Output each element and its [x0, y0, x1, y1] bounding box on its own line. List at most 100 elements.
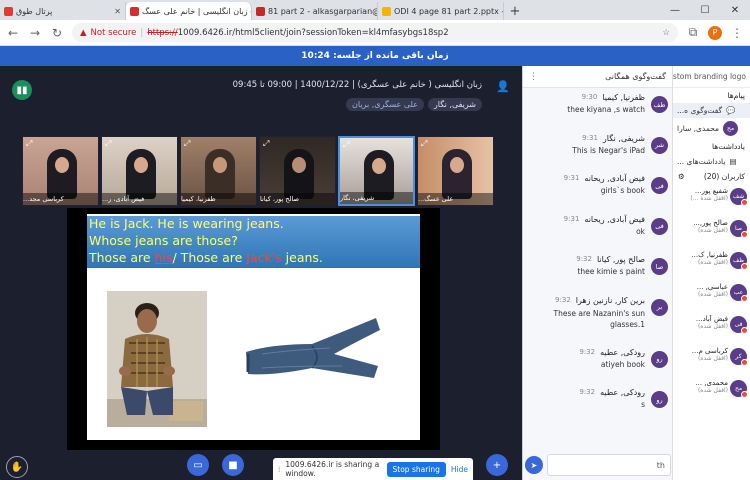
user-status: (اقفل شده): [697, 227, 728, 234]
browser-tab-active[interactable]: طوق - زبان انگلیسی | خانم علی عسگ✕: [126, 2, 252, 20]
chat-input[interactable]: th: [547, 454, 671, 476]
user-list-item[interactable]: فی فیض آباد... (اقفل شده): [673, 312, 750, 344]
warning-icon: ▲: [80, 27, 87, 38]
expand-icon[interactable]: ⤢: [105, 139, 111, 149]
profile-avatar[interactable]: P: [708, 25, 722, 40]
webcam-thumbnail[interactable]: ⤢ کرباسی مجد...: [22, 136, 99, 206]
messages-heading: پیام‌ها: [727, 91, 745, 100]
expand-icon[interactable]: ⤢: [184, 139, 190, 149]
chat-message: فی فیض آبادی, ریحانه 9:31 girls`s book: [523, 171, 673, 212]
back-arrow-icon[interactable]: ←: [6, 26, 20, 40]
close-tab-icon[interactable]: ✕: [114, 7, 121, 16]
sidebar-item-label: محمدی, سارا: [677, 124, 720, 133]
user-list-item[interactable]: صا صالح پور,... (اقفل شده): [673, 216, 750, 248]
webcam-thumbnail[interactable]: ⤢ صالح پور، کیانا: [259, 136, 336, 206]
forward-arrow-icon[interactable]: →: [28, 26, 42, 40]
participant-silhouette: [442, 149, 472, 199]
chat-options-icon[interactable]: ⋮: [529, 72, 538, 82]
session-timer-bar: زمان باقی مانده از جلسه: 10:24: [0, 46, 750, 66]
webcam-strip: ⤢ علی عسگ... ⤢ شریفی، نگار ⤢ صالح پور، ک…: [22, 136, 494, 206]
webcam-name: علی عسگ...: [418, 193, 493, 205]
expand-icon[interactable]: ⤢: [26, 139, 32, 149]
talking-chip: شریفی, نگار: [427, 98, 482, 111]
chat-title: گفت‌وگوی همگانی: [605, 72, 666, 81]
user-list-item[interactable]: عب عباسی, ... (اقفل شده): [673, 280, 750, 312]
not-secure-label: Not secure: [90, 27, 137, 38]
webcam-name: ظفرنیا، کیمیا: [181, 193, 256, 205]
tab-label: طوق - زبان انگلیسی | خانم علی عسگ: [142, 6, 251, 16]
webcam-thumbnail[interactable]: ⤢ شریفی، نگار: [338, 136, 415, 206]
add-action-button[interactable]: +: [486, 454, 508, 476]
user-name: کرباسی م...: [691, 347, 728, 355]
menu-dots-icon[interactable]: ⋮: [730, 26, 744, 40]
maximize-button[interactable]: ☐: [690, 0, 720, 20]
participant-silhouette: [126, 149, 156, 199]
user-list-item[interactable]: مح محمدی, ... (اقفل شده): [673, 376, 750, 408]
tab-favicon-icon: [4, 6, 13, 16]
webcam-thumbnail[interactable]: ⤢ فیض آبادی، ر...: [101, 136, 178, 206]
user-status: (اقفل شده): [697, 323, 728, 330]
chat-message: ظف ظفرنیا, کیمیا 9:30 thee kiyana ,s watch: [523, 90, 673, 131]
screen-share-button[interactable]: ▭: [187, 454, 209, 476]
send-icon[interactable]: ➤: [525, 456, 543, 474]
sender-name: برین کار, نازنین زهرا: [575, 295, 645, 305]
status-dot: [741, 327, 748, 334]
minimize-button[interactable]: —: [660, 0, 690, 20]
message-text: s: [641, 400, 645, 409]
users-toggle-icon[interactable]: 👤: [496, 80, 510, 93]
users-count: کاربران (20): [703, 172, 745, 181]
webcam-name: صالح پور، کیانا: [260, 193, 335, 205]
connection-stats-icon[interactable]: ▮▮: [12, 80, 32, 100]
sidebar-item-private-chat[interactable]: مح محمدی, سارا: [673, 118, 750, 139]
reload-icon[interactable]: ↻: [50, 26, 64, 40]
avatar: مح: [723, 121, 739, 136]
browser-tab[interactable]: ODI 4 page 81 part 2.pptx - Goo✕: [378, 2, 504, 20]
avatar: شر: [651, 136, 668, 154]
expand-icon[interactable]: ⤢: [263, 139, 269, 149]
expand-icon[interactable]: ⤢: [421, 139, 427, 149]
raise-hand-icon[interactable]: ✋: [6, 456, 28, 478]
expand-icon[interactable]: ⤢: [343, 140, 349, 150]
camera-button[interactable]: ■: [222, 454, 244, 476]
user-list-item[interactable]: ظف ظفرنیا, ک... (اقفل شده): [673, 248, 750, 280]
slide-line-2: Whose jeans are those?: [89, 233, 238, 248]
stop-sharing-button[interactable]: Stop sharing: [386, 461, 446, 477]
avatar: فی: [651, 177, 668, 194]
message-text: ok: [636, 226, 645, 236]
close-window-button[interactable]: ✕: [720, 0, 750, 20]
status-dot: [741, 295, 748, 302]
address-bar-row: ← → ↻ ▲ Not secure | https://1009.6426.i…: [0, 20, 750, 46]
drag-handle-icon[interactable]: ⁞: [278, 465, 280, 474]
webcam-thumbnail[interactable]: ⤢ علی عسگ...: [417, 136, 494, 206]
sidebar-item-label: یادداشت‌های ...: [677, 157, 726, 166]
class-title: زبان انگلیسی ( خانم علی عسگری) | 1400/12…: [232, 80, 482, 90]
participant-silhouette: [284, 149, 314, 199]
user-list-item[interactable]: شف شفیع پور... (اقفل شده ...): [673, 184, 750, 216]
avatar: فی: [651, 217, 668, 235]
hide-share-notice-button[interactable]: Hide: [451, 465, 468, 474]
new-tab-button[interactable]: +: [504, 2, 526, 20]
status-dot: [741, 359, 748, 366]
webcam-thumbnail[interactable]: ⤢ ظفرنیا، کیمیا: [180, 136, 257, 206]
user-list-item[interactable]: کر کرباسی م... (اقفل شده): [673, 344, 750, 376]
star-icon[interactable]: ☆: [662, 28, 670, 38]
gear-icon[interactable]: ⚙: [678, 172, 685, 181]
slide-text: / Those are: [172, 250, 247, 265]
user-list-sidebar: custom branding logo پیام‌ها 💬گفت‌وگوی ه…: [672, 66, 750, 480]
url-bar[interactable]: ▲ Not secure | https://1009.6426.ir/html…: [72, 23, 678, 42]
message-time: 9:32: [579, 347, 596, 356]
extensions-icon[interactable]: ⧉: [686, 25, 700, 40]
sidebar-item-public-chat[interactable]: 💬 گفت‌وگوی ه...: [673, 103, 750, 118]
presentation-frame: He is Jack. He is wearing jeans. Whose j…: [67, 208, 440, 450]
message-text: This is Negar's iPad: [572, 145, 645, 155]
message-time: 9:32: [555, 295, 571, 304]
chat-message: بر برین کار, نازنین زهرا 9:32 These are Naz…: [523, 293, 673, 345]
tab-label: پرتال طوق: [16, 6, 53, 16]
main-presentation-area: ▮▮ زبان انگلیسی ( خانم علی عسگری) | 1400…: [0, 66, 522, 480]
notes-heading: یادداشت‌ها: [711, 142, 745, 151]
participant-silhouette: [47, 149, 77, 199]
browser-tab[interactable]: پرتال طوق ✕: [0, 2, 126, 20]
sidebar-item-shared-notes[interactable]: ▤ یادداشت‌های ...: [673, 154, 750, 169]
browser-tab[interactable]: 81 part 2 - alkasgarparian@gmail✕: [252, 2, 378, 20]
status-dot: [741, 263, 748, 270]
